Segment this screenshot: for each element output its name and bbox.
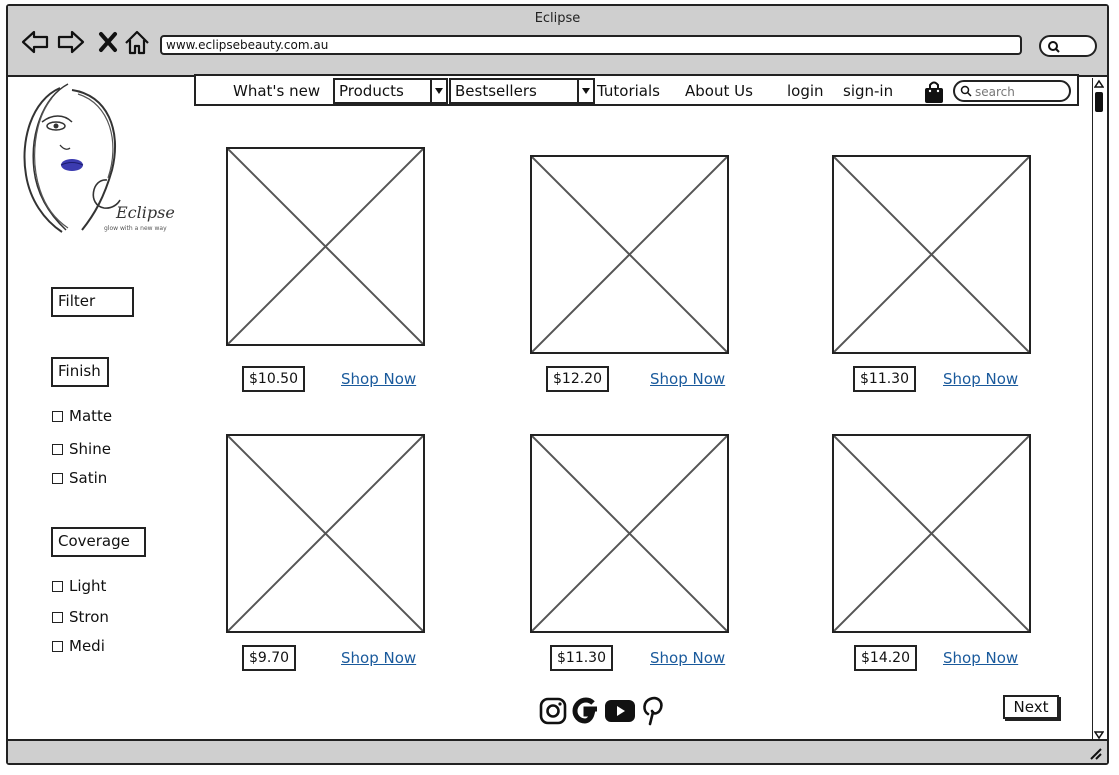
shop-now-link[interactable]: Shop Now	[341, 649, 416, 667]
social-links	[538, 694, 666, 728]
scroll-up-icon[interactable]	[1094, 78, 1104, 90]
url-bar[interactable]: www.eclipsebeauty.com.au	[160, 35, 1022, 55]
product-image-placeholder[interactable]	[832, 434, 1031, 633]
checkbox-label: Light	[69, 577, 107, 595]
nav-bestsellers-label: Bestsellers	[455, 82, 537, 100]
coverage-option-strong[interactable]: Stron	[52, 608, 109, 626]
scroll-thumb[interactable]	[1095, 92, 1103, 112]
checkbox[interactable]	[52, 472, 63, 484]
product-price: $11.30	[853, 366, 916, 392]
search-icon	[1048, 41, 1060, 53]
logo-tagline: glow with a new way	[104, 225, 167, 232]
coverage-option-medium[interactable]: Medi	[52, 637, 105, 655]
site-search-field[interactable]	[953, 80, 1071, 102]
site-search-input[interactable]	[973, 83, 1067, 101]
forward-arrow-icon[interactable]	[56, 27, 86, 57]
nav-bestsellers-dropdown[interactable]: Bestsellers	[449, 78, 595, 104]
product-price: $12.20	[546, 366, 609, 392]
shop-now-link[interactable]: Shop Now	[341, 370, 416, 388]
nav-sign-in[interactable]: sign-in	[843, 82, 893, 100]
product-price: $14.20	[854, 645, 917, 671]
checkbox[interactable]	[52, 611, 63, 623]
scrollbar[interactable]	[1092, 78, 1106, 741]
product-image-placeholder[interactable]	[832, 155, 1031, 354]
finish-option-matte[interactable]: Matte	[52, 407, 112, 425]
nav-tutorials[interactable]: Tutorials	[597, 82, 660, 100]
coverage-option-light[interactable]: Light	[52, 577, 106, 595]
product-price: $9.70	[242, 645, 297, 671]
finish-option-shine[interactable]: Shine	[52, 440, 111, 458]
checkbox[interactable]	[52, 410, 63, 422]
resize-handle-icon[interactable]	[1087, 745, 1103, 761]
nav-products-dropdown[interactable]: Products	[333, 78, 448, 104]
main-nav: What's new Products Bestsellers Tutorial…	[194, 74, 1079, 106]
nav-whats-new[interactable]: What's new	[233, 82, 320, 100]
checkbox-label: Shine	[69, 440, 111, 458]
back-arrow-icon[interactable]	[20, 27, 50, 57]
shop-now-link[interactable]: Shop Now	[650, 370, 725, 388]
google-icon[interactable]	[570, 695, 602, 727]
checkbox-label: Stron	[69, 608, 109, 626]
shop-now-link[interactable]: Shop Now	[943, 649, 1018, 667]
home-icon[interactable]	[122, 27, 152, 57]
product-image-placeholder[interactable]	[530, 155, 729, 354]
youtube-icon[interactable]	[604, 697, 636, 725]
status-bar	[8, 739, 1107, 763]
pinterest-icon[interactable]	[638, 694, 666, 728]
shop-now-link[interactable]: Shop Now	[943, 370, 1018, 388]
finish-option-satin[interactable]: Satin	[52, 469, 107, 487]
instagram-icon[interactable]	[538, 696, 568, 726]
checkbox-label: Matte	[69, 407, 113, 425]
next-page-button[interactable]: Next	[1003, 695, 1059, 719]
checkbox-label: Satin	[69, 469, 108, 487]
chevron-down-icon[interactable]	[577, 80, 593, 102]
title-bar: Eclipse www.eclipsebeauty.com.au	[8, 6, 1107, 77]
filter-heading: Filter	[51, 287, 134, 317]
product-image-placeholder[interactable]	[226, 147, 425, 346]
logo-wordmark: Eclipse	[115, 203, 175, 222]
nav-login[interactable]: login	[787, 82, 824, 100]
checkbox-label: Medi	[69, 637, 105, 655]
window-title: Eclipse	[534, 11, 581, 26]
shopping-bag-icon[interactable]	[923, 80, 945, 104]
product-image-placeholder[interactable]	[530, 434, 729, 633]
checkbox[interactable]	[52, 580, 63, 592]
product-price: $10.50	[242, 366, 305, 392]
nav-about-us[interactable]: About Us	[685, 82, 753, 100]
checkbox[interactable]	[52, 443, 63, 455]
finish-heading: Finish	[51, 357, 109, 387]
nav-products-label: Products	[339, 82, 404, 100]
coverage-heading: Coverage	[51, 527, 146, 557]
checkbox[interactable]	[52, 640, 63, 652]
product-image-placeholder[interactable]	[226, 434, 425, 633]
stop-icon[interactable]	[94, 27, 124, 57]
shop-now-link[interactable]: Shop Now	[650, 649, 725, 667]
chevron-down-icon[interactable]	[430, 80, 446, 102]
eclipse-logo: Eclipse glow with a new way	[23, 83, 175, 233]
search-icon	[960, 85, 972, 97]
product-price: $11.30	[550, 645, 613, 671]
browser-search-field[interactable]	[1039, 35, 1097, 57]
